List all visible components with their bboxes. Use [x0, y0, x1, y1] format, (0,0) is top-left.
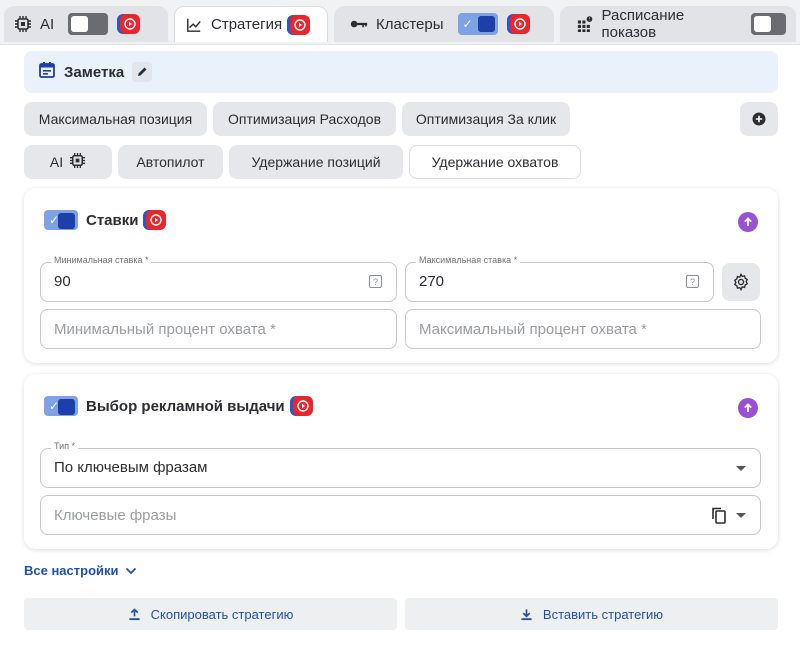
collapse-ad-selection-button[interactable] [738, 398, 758, 418]
pencil-icon [138, 67, 147, 76]
calendar-icon [38, 61, 56, 83]
tab-ai-label: AI [40, 15, 55, 33]
collapse-bids-button[interactable] [738, 212, 758, 232]
bids-header: ✓ Ставки [44, 210, 167, 230]
paste-strategy-label: Вставить стратегию [542, 606, 664, 622]
chart-line-icon [185, 16, 203, 34]
all-settings-label: Все настройки [24, 563, 119, 578]
min-bid-label: Минимальная ставка * [51, 255, 152, 265]
add-strategy-button[interactable] [740, 102, 778, 136]
paste-strategy-button[interactable]: Вставить стратегию [405, 598, 778, 630]
youtube-icon [509, 14, 530, 34]
max-bid-field[interactable]: Максимальная ставка * 270 ? [405, 255, 714, 302]
max-reach-placeholder: Максимальный процент охвата * [419, 321, 647, 338]
all-settings-toggle[interactable]: Все настройки [24, 563, 137, 578]
strategy-chips: Максимальная позиция Оптимизация Расходо… [24, 102, 570, 136]
tab-bar: AI Стратегия Кластеры ✓ ! Расписание пок… [4, 6, 800, 44]
note-bar: Заметка [24, 51, 778, 93]
chevron-down-icon [736, 466, 746, 471]
bid-settings-button[interactable] [722, 263, 760, 301]
note-label: Заметка [64, 63, 125, 81]
clusters-toggle[interactable]: ✓ [457, 13, 498, 35]
tab-strategy-label: Стратегия [211, 16, 283, 33]
ad-selection-card: ✓ Выбор рекламной выдачи Тип * По ключев… [24, 374, 778, 549]
tab-schedule-label: Расписание показов [601, 7, 685, 41]
bids-title: Ставки [86, 211, 139, 229]
type-value: По ключевым фразам [54, 459, 208, 476]
chip-cost-optimization[interactable]: Оптимизация Расходов [213, 102, 396, 136]
tab-clusters[interactable]: Кластеры ✓ [334, 6, 554, 42]
min-bid-value: 90 [54, 273, 71, 290]
chip-ai-label: AI [49, 154, 64, 170]
chip-ai[interactable]: AI [24, 145, 112, 179]
tab-strategy[interactable]: Стратегия [174, 6, 328, 42]
chip-icon [69, 152, 86, 172]
edit-note-button[interactable] [132, 62, 153, 82]
ad-selection-header: ✓ Выбор рекламной выдачи [44, 396, 313, 416]
chip-autopilot[interactable]: Автопилот [118, 145, 223, 179]
tab-clusters-label: Кластеры [376, 15, 444, 33]
chip-hold-position[interactable]: Удержание позиций [229, 145, 403, 179]
copy-icon[interactable] [710, 506, 728, 529]
mode-chips: AI Автопилот Удержание позиций Удержание… [24, 145, 581, 179]
keywords-field[interactable]: Ключевые фразы [40, 495, 761, 535]
arrow-up-icon [744, 403, 752, 412]
svg-text:!: ! [588, 17, 590, 23]
ad-selection-title: Выбор рекламной выдачи [86, 397, 285, 415]
arrow-up-icon [744, 217, 752, 226]
chip-max-position[interactable]: Максимальная позиция [24, 102, 207, 136]
max-reach-field[interactable]: Максимальный процент охвата * [405, 309, 761, 349]
schedule-toggle[interactable] [751, 13, 786, 35]
type-select[interactable]: Тип * По ключевым фразам [40, 441, 761, 488]
min-reach-field[interactable]: Минимальный процент охвата * [40, 309, 397, 349]
bids-toggle[interactable]: ✓ [44, 210, 78, 230]
youtube-icon [292, 396, 313, 416]
ad-selection-toggle[interactable]: ✓ [44, 396, 78, 416]
type-label: Тип * [51, 441, 79, 451]
youtube-icon [290, 14, 311, 35]
copy-strategy-label: Скопировать стратегию [150, 606, 294, 622]
help-icon[interactable]: ? [686, 275, 699, 288]
chevron-down-icon [125, 567, 136, 574]
tab-ai[interactable]: AI [4, 6, 168, 42]
upload-icon [129, 607, 140, 620]
copy-strategy-button[interactable]: Скопировать стратегию [24, 598, 397, 630]
min-bid-field[interactable]: Минимальная ставка * 90 ? [40, 255, 397, 302]
chevron-down-icon[interactable] [736, 513, 746, 518]
chip-hold-reach[interactable]: Удержание охватов [409, 145, 581, 179]
keywords-placeholder: Ключевые фразы [54, 507, 177, 524]
plus-circle-icon [752, 112, 766, 126]
bids-card: ✓ Ставки Минимальная ставка * 90 ? Макси… [24, 188, 778, 363]
strategy-panel: Заметка Максимальная позиция Оптимизация… [0, 44, 800, 655]
tab-schedule[interactable]: ! Расписание показов [560, 6, 796, 42]
ai-toggle[interactable] [68, 13, 109, 35]
gear-icon [733, 273, 749, 291]
grid-icon: ! [576, 15, 594, 33]
key-icon [350, 15, 368, 33]
max-bid-value: 270 [419, 273, 445, 290]
help-icon[interactable]: ? [369, 275, 382, 288]
youtube-icon [146, 210, 167, 230]
min-reach-placeholder: Минимальный процент охвата * [54, 321, 276, 338]
chip-icon [14, 15, 32, 33]
chip-click-optimization[interactable]: Оптимизация За клик [402, 102, 570, 136]
youtube-icon [120, 14, 141, 34]
max-bid-label: Максимальная ставка * [416, 255, 521, 265]
download-icon [521, 608, 532, 620]
